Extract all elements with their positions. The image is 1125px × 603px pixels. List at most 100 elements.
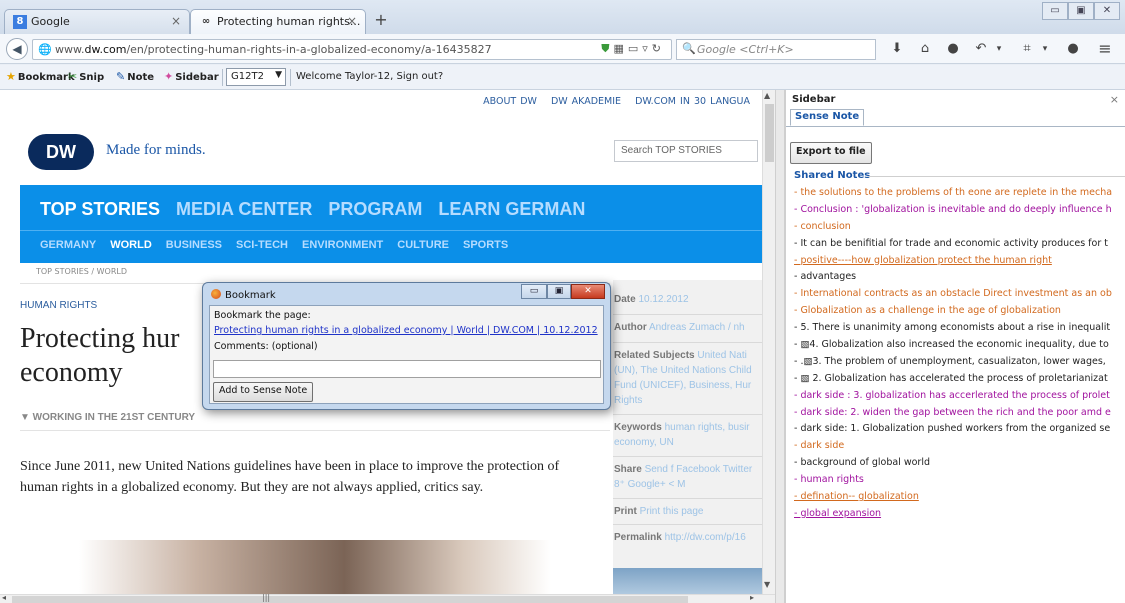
site-search-input[interactable]: Search TOP STORIES (614, 140, 758, 162)
top-nav-akademie-link[interactable]: DW AKADEMIE (551, 96, 621, 107)
breadcrumb[interactable]: TOP STORIES / WORLD (36, 267, 127, 276)
export-to-file-button[interactable]: Export to file (790, 142, 872, 164)
scroll-up-icon[interactable]: ▲ (764, 91, 770, 100)
close-dialog-icon[interactable]: ✕ (571, 284, 605, 299)
scroll-right-icon[interactable]: ▸ (750, 593, 754, 602)
nav-top-stories[interactable]: TOP STORIES (40, 199, 160, 219)
sidebar-title: Sidebar (792, 94, 836, 105)
google-icon: 8 (13, 15, 27, 29)
close-sidebar-icon[interactable]: × (1110, 93, 1119, 106)
subnav-sci-tech[interactable]: SCI-TECH (236, 239, 288, 251)
minimize-icon[interactable]: ▭ (1042, 2, 1068, 20)
tab-protecting-human-rights[interactable]: ∞ Protecting human rights... × (190, 9, 366, 34)
speech-bubble-icon[interactable]: ● (1064, 40, 1082, 58)
dropdown-arrow-icon[interactable]: ▿ (642, 42, 652, 55)
shared-note-item[interactable]: - .▧3. The problem of unemployment, casu… (794, 356, 1125, 373)
page-title-link[interactable]: Protecting human rights in a globalized … (214, 325, 598, 336)
subnav-culture[interactable]: CULTURE (397, 239, 449, 251)
menu-icon[interactable]: ≡ (1096, 40, 1114, 58)
scroll-down-icon[interactable]: ▼ (764, 580, 770, 589)
download-icon[interactable]: ⬇ (888, 40, 906, 58)
divider (613, 342, 762, 343)
subnav-world[interactable]: WORLD (110, 239, 152, 251)
nav-media-center[interactable]: MEDIA CENTER (176, 199, 312, 219)
shield-icon[interactable]: ⛊ (601, 42, 613, 55)
shared-note-item[interactable]: - It can be benifitial for trade and eco… (794, 238, 1125, 255)
subnav-germany[interactable]: GERMANY (40, 239, 96, 251)
shared-note-item[interactable]: - advantages (794, 271, 1125, 288)
undo-dropdown-icon[interactable]: ▾ (990, 40, 1008, 58)
url-bar[interactable]: 🌐 www.dw.com/en/protecting-human-rights-… (32, 39, 672, 60)
bookmark-dialog: Bookmark ▭ ▣ ✕ Bookmark the page: Protec… (202, 282, 611, 410)
shared-note-item[interactable]: - ▧ 2. Globalization has accelerated the… (794, 373, 1125, 390)
subnav-business[interactable]: BUSINESS (166, 239, 222, 251)
shared-note-item[interactable]: - defination-- globalization (794, 491, 1125, 508)
tab-google[interactable]: 8 Google × (4, 9, 190, 34)
top-nav-languages-link[interactable]: DW.COM IN 30 LANGUA (635, 96, 750, 107)
section-label[interactable]: ▼ WORKING IN THE 21ST CENTURY (20, 412, 195, 423)
page-vertical-scrollbar[interactable]: ▲ ▼ (762, 90, 775, 594)
new-tab-button[interactable]: + (370, 10, 392, 32)
nav-learn-german[interactable]: LEARN GERMAN (438, 199, 585, 219)
page-horizontal-scrollbar[interactable]: ◂ ||| ▸ (0, 593, 775, 603)
snip-button[interactable]: ✂ Snip (68, 70, 104, 83)
shared-note-item[interactable]: - conclusion (794, 221, 1125, 238)
close-tab-icon[interactable]: × (171, 14, 181, 28)
shared-note-item[interactable]: - Globalization as a challenge in the ag… (794, 305, 1125, 322)
chat-icon[interactable]: ● (944, 40, 962, 58)
maximize-icon[interactable]: ▣ (1068, 2, 1094, 20)
globe-icon: 🌐 (38, 43, 52, 56)
reload-icon[interactable]: ↻ (652, 42, 665, 55)
bookmark-button[interactable]: ★ Bookmark (6, 70, 75, 83)
scrollbar-thumb[interactable] (765, 104, 774, 162)
subnav-sports[interactable]: SPORTS (463, 239, 508, 251)
tab-sense-note[interactable]: Sense Note (790, 109, 865, 126)
article-kicker[interactable]: HUMAN RIGHTS (20, 300, 97, 311)
qr-code-icon[interactable]: ▦ (613, 42, 627, 55)
subnav-environment[interactable]: ENVIRONMENT (302, 239, 383, 251)
print-value[interactable]: Print this page (640, 506, 704, 517)
search-bar[interactable]: 🔍 Google <Ctrl+K> (676, 39, 876, 60)
shared-note-item[interactable]: - background of global world (794, 457, 1125, 474)
shared-note-item[interactable]: - dark side: 1. Globalization pushed wor… (794, 423, 1125, 440)
reader-icon[interactable]: ▭ (628, 42, 642, 55)
pencil-icon: ✎ (116, 70, 126, 83)
comments-input[interactable] (213, 360, 601, 378)
note-button[interactable]: ✎ Note (116, 70, 154, 83)
shared-note-item[interactable]: - the solutions to the problems of th eo… (794, 187, 1125, 204)
welcome-sign-out-link[interactable]: Welcome Taylor-12, Sign out? (296, 71, 443, 82)
undo-icon[interactable]: ↶ (972, 40, 990, 58)
shared-note-item[interactable]: - dark side : 3. globalization has accer… (794, 390, 1125, 407)
close-window-icon[interactable]: ✕ (1094, 2, 1120, 20)
sidebar-splitter[interactable] (775, 90, 785, 603)
dw-logo[interactable]: DW (28, 134, 94, 170)
shared-note-item[interactable]: - 5. There is unanimity among economists… (794, 322, 1125, 339)
sidebar-button[interactable]: ✦ Sidebar (164, 70, 219, 83)
nav-program[interactable]: PROGRAM (328, 199, 422, 219)
shared-note-item[interactable]: - International contracts as an obstacle… (794, 288, 1125, 305)
shared-note-item[interactable]: - dark side: 2. widen the gap between th… (794, 407, 1125, 424)
shared-note-item[interactable]: - Conclusion : 'globalization is inevita… (794, 204, 1125, 221)
maximize-icon[interactable]: ▣ (547, 284, 571, 299)
permalink-value[interactable]: http://dw.com/p/16 (665, 532, 746, 543)
shared-note-item[interactable]: - dark side (794, 440, 1125, 457)
close-tab-icon[interactable]: × (347, 14, 357, 28)
date-label: Date (614, 294, 636, 305)
crop-dropdown-icon[interactable]: ▾ (1036, 40, 1054, 58)
scroll-left-icon[interactable]: ◂ (2, 593, 6, 602)
shared-note-item[interactable]: - ▧4. Globalization also increased the e… (794, 339, 1125, 356)
shared-note-item[interactable]: - global expansion (794, 508, 1125, 525)
dialog-title: Bookmark (211, 289, 276, 301)
add-to-sense-note-button[interactable]: Add to Sense Note (213, 382, 314, 402)
shared-note-item[interactable]: - human rights (794, 474, 1125, 491)
minimize-icon[interactable]: ▭ (521, 284, 547, 299)
scrollbar-thumb[interactable] (12, 596, 688, 603)
tab-label: Google (31, 15, 70, 28)
top-nav-about-link[interactable]: ABOUT DW (483, 96, 537, 107)
home-icon[interactable]: ⌂ (916, 40, 934, 58)
group-select[interactable]: G12T2 ▼ (226, 68, 286, 86)
url-domain: dw.com (84, 43, 127, 56)
back-button[interactable]: ◀ (6, 38, 28, 60)
shared-note-item[interactable]: - positive----how globalization protect … (794, 255, 1125, 272)
crop-icon[interactable]: ⌗ (1018, 40, 1036, 58)
